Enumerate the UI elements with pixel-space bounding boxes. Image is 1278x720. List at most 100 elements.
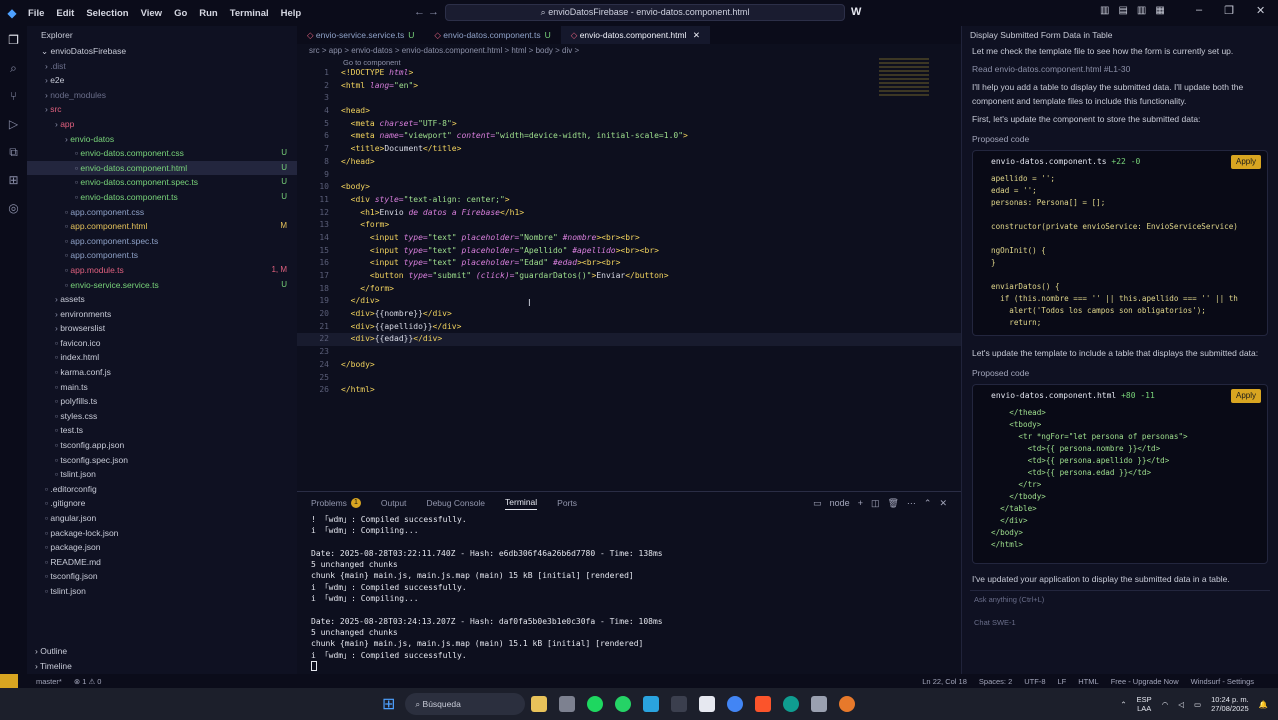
status-item[interactable]: Free - Upgrade Now (1111, 677, 1179, 686)
extensions-icon[interactable]: ⊞ (0, 166, 27, 194)
github-icon[interactable] (811, 696, 828, 712)
windows-start-icon[interactable]: ⊞ (382, 694, 395, 714)
terminal-app-icon[interactable] (671, 696, 688, 712)
forward-arrow-icon[interactable]: → (428, 6, 439, 18)
card-filename[interactable]: envio-datos.component.ts (991, 157, 1107, 166)
explorer-root[interactable]: ⌄ envioDatosFirebase (27, 44, 297, 59)
chat-input[interactable]: Ask anything (Ctrl+L) Chat SWE-1 (970, 590, 1270, 630)
telegram-icon[interactable] (643, 696, 660, 712)
file-item[interactable]: ▫ angular.json (27, 511, 297, 526)
settings-icon[interactable] (559, 696, 576, 712)
status-item[interactable]: LF (1058, 677, 1067, 686)
panel-tab-problems[interactable]: Problems (311, 498, 347, 508)
minimize-icon[interactable]: – (1196, 4, 1202, 17)
git-branch[interactable]: master* (36, 677, 62, 686)
menu-terminal[interactable]: Terminal (230, 8, 269, 19)
remote-indicator-icon[interactable] (0, 674, 18, 688)
folder-item[interactable]: › app (27, 117, 297, 132)
layout-sidebar-icon[interactable]: ▥ (1100, 5, 1109, 16)
file-item[interactable]: ▫ index.html (27, 350, 297, 365)
status-item[interactable]: Ln 22, Col 18 (922, 677, 967, 686)
edge-icon[interactable] (783, 696, 800, 712)
file-item[interactable]: ▫ favicon.ico (27, 336, 297, 351)
minimap[interactable] (879, 58, 929, 98)
menu-view[interactable]: View (141, 8, 162, 19)
menu-selection[interactable]: Selection (86, 8, 128, 19)
file-item[interactable]: ▫ README.md (27, 555, 297, 570)
file-item[interactable]: ▫ main.ts (27, 380, 297, 395)
whatsapp-icon[interactable] (615, 696, 632, 712)
folder-item[interactable]: › environments (27, 307, 297, 322)
terminal-shell-label[interactable]: node (830, 498, 850, 509)
split-terminal-icon[interactable]: ◫ (871, 498, 880, 509)
file-item[interactable]: ▫ tsconfig.app.json (27, 438, 297, 453)
folder-item[interactable]: › envio-datos (27, 132, 297, 147)
codelens-go-to-component[interactable]: Go to component (297, 58, 961, 67)
apply-button[interactable]: Apply (1231, 389, 1261, 403)
brave-icon[interactable] (755, 696, 772, 712)
maximize-panel-icon[interactable]: ⌃ (924, 498, 932, 509)
menu-help[interactable]: Help (281, 8, 302, 19)
back-arrow-icon[interactable]: ← (414, 6, 425, 18)
more-icon[interactable]: ⋯ (907, 498, 916, 509)
firefox-icon[interactable] (839, 696, 856, 712)
status-item[interactable]: HTML (1078, 677, 1098, 686)
status-item[interactable]: Windsurf - Settings (1191, 677, 1254, 686)
folder-item[interactable]: › .dist (27, 59, 297, 74)
layout-panel-icon[interactable]: ▤ (1118, 5, 1127, 16)
volume-icon[interactable]: ◁ (1178, 700, 1184, 709)
breadcrumb[interactable]: src > app > envio-datos > envio-datos.co… (297, 44, 961, 58)
file-item[interactable]: ▫ app.component.spec.ts (27, 234, 297, 249)
layout-secondary-icon[interactable]: ▥ (1137, 5, 1146, 16)
file-item[interactable]: ▫ app.component.ts (27, 248, 297, 263)
file-item[interactable]: ▫ envio-datos.component.css U (27, 146, 297, 161)
menu-go[interactable]: Go (174, 8, 187, 19)
run-debug-icon[interactable]: ▷ (0, 110, 27, 138)
panel-tab-terminal[interactable]: Terminal (505, 497, 538, 510)
file-item[interactable]: ▫ app.component.css (27, 205, 297, 220)
explorer-icon[interactable]: ❐ (0, 26, 27, 54)
menu-run[interactable]: Run (199, 8, 217, 19)
close-window-icon[interactable]: ✕ (1256, 4, 1265, 17)
file-item[interactable]: ▫ karma.conf.js (27, 365, 297, 380)
close-panel-icon[interactable]: ✕ (939, 498, 947, 509)
file-item[interactable]: ▫ styles.css (27, 409, 297, 424)
remote-icon[interactable]: ⧉ (0, 138, 27, 166)
file-item[interactable]: ▫ .editorconfig (27, 482, 297, 497)
folder-item[interactable]: › browserslist (27, 321, 297, 336)
file-item[interactable]: ▫ envio-datos.component.html U (27, 160, 297, 176)
file-item[interactable]: ▫ package.json (27, 540, 297, 555)
add-terminal-icon[interactable]: + (858, 498, 863, 509)
windsurf-app-icon[interactable] (699, 696, 716, 712)
notifications-icon[interactable]: 🔔 (1259, 700, 1268, 709)
file-item[interactable]: ▫ package-lock.json (27, 526, 297, 541)
file-item[interactable]: ▫ envio-datos.component.spec.ts U (27, 175, 297, 190)
card-filename[interactable]: envio-datos.component.html (991, 391, 1116, 400)
folder-item[interactable]: › assets (27, 292, 297, 307)
menu-file[interactable]: File (28, 8, 44, 19)
status-item[interactable]: Spaces: 2 (979, 677, 1012, 686)
timeline-section[interactable]: › Timeline (35, 661, 72, 671)
folder-item[interactable]: › src (27, 102, 297, 117)
status-item[interactable]: UTF-8 (1024, 677, 1045, 686)
file-explorer-icon[interactable] (531, 696, 548, 712)
folder-item[interactable]: › node_modules (27, 88, 297, 103)
tab-envio-service-service-ts[interactable]: ◇ envio-service.service.ts U (297, 26, 424, 44)
code-editor[interactable]: 1 <!DOCTYPE html> 2 <html lang="en"> 3 4 <head… (297, 67, 961, 397)
tab-envio-datos-component-html[interactable]: ◇ envio-datos.component.html ✕ (560, 26, 710, 44)
file-item[interactable]: ▫ envio-service.service.ts U (27, 278, 297, 293)
close-tab-icon[interactable]: ✕ (690, 30, 700, 40)
apply-button[interactable]: Apply (1231, 155, 1261, 169)
tab-envio-datos-component-ts[interactable]: ◇ envio-datos.component.ts U (424, 26, 560, 44)
taskbar-search[interactable]: ⌕ Búsqueda (405, 693, 526, 715)
source-control-icon[interactable]: ⑂ (0, 82, 27, 110)
folder-item[interactable]: › e2e (27, 73, 297, 88)
panel-tab-debug-console[interactable]: Debug Console (426, 498, 485, 508)
search-icon[interactable]: ⌕ (0, 54, 27, 82)
file-item[interactable]: ▫ polyfills.ts (27, 394, 297, 409)
trash-icon[interactable]: 🗑 (887, 498, 898, 509)
file-item[interactable]: ▫ test.ts (27, 423, 297, 438)
file-item[interactable]: ▫ tsconfig.spec.json (27, 453, 297, 468)
spotify-icon[interactable] (587, 696, 604, 712)
file-item[interactable]: ▫ tslint.json (27, 467, 297, 482)
